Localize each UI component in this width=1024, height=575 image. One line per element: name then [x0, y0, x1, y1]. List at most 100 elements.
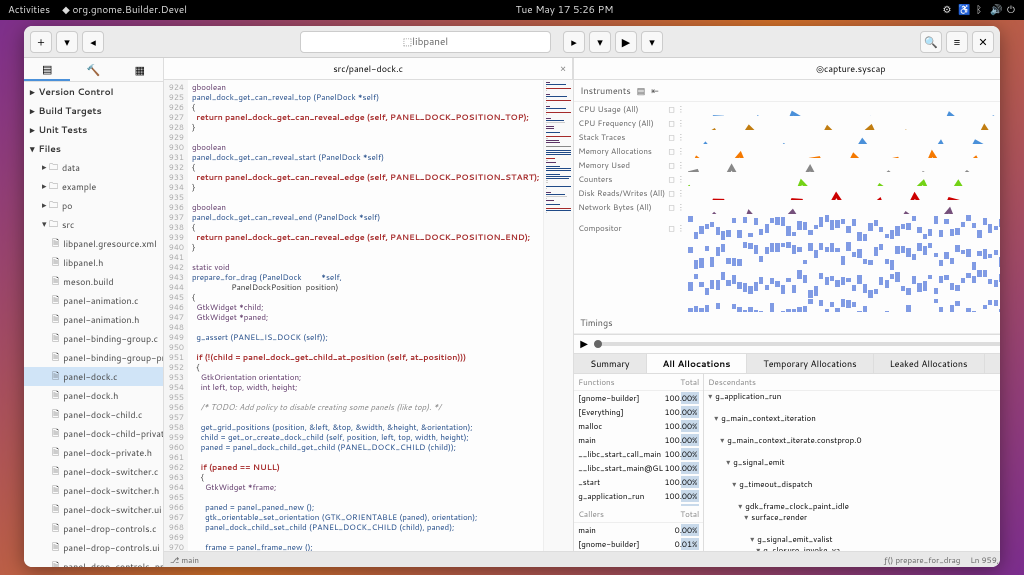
sidebar-section[interactable]: ▾Files: [24, 139, 163, 158]
file-item[interactable]: 🗎panel-drop-controls.ui: [24, 538, 163, 557]
minimap[interactable]: [543, 80, 573, 551]
omnibar[interactable]: ⬚ libpanel: [300, 31, 551, 53]
sidebar-tab-debug[interactable]: 🔨: [70, 58, 116, 81]
tree-row[interactable]: ▾g_main_context_iterate.constprop.0GLib8…: [704, 435, 1000, 457]
function-item[interactable]: _start100.00%: [574, 475, 703, 489]
alloc-tab[interactable]: Leaked Allocations: [874, 354, 985, 373]
sidebar-tab-project[interactable]: ▤: [24, 58, 70, 81]
search-button[interactable]: 🔍: [920, 31, 942, 53]
instruments-label: Instruments: [580, 84, 630, 97]
function-item[interactable]: malloc100.00%: [574, 419, 703, 433]
file-item[interactable]: 🗎panel-dock.h: [24, 386, 163, 405]
tree-row[interactable]: ▾g_main_context_iterationGLib87.2%139.9 …: [704, 413, 1000, 435]
graph-row[interactable]: Stack Traces◻⋮: [574, 130, 1000, 144]
run-menu-button[interactable]: ▾: [641, 31, 663, 53]
file-item[interactable]: 🗎panel-animation.c: [24, 291, 163, 310]
compositor-row[interactable]: [574, 270, 1000, 298]
file-item[interactable]: 🗎libpanel.gresource.xml: [24, 234, 163, 253]
clock[interactable]: Tue May 17 5:26 PM: [187, 3, 942, 17]
function-item[interactable]: [gnome-builder]100.00%: [574, 391, 703, 405]
folder-item[interactable]: ▸ 🗀data: [24, 158, 163, 177]
function-item[interactable]: [Everything]100.00%: [574, 405, 703, 419]
close-button[interactable]: ✕: [972, 31, 994, 53]
caller-item[interactable]: [gnome-builder]0.01%: [574, 537, 703, 551]
folder-item[interactable]: ▸ 🗀example: [24, 177, 163, 196]
bluetooth-icon[interactable]: ᛒ: [974, 3, 984, 17]
activities-button[interactable]: Activities: [8, 3, 50, 17]
accessibility-icon[interactable]: ♿: [958, 3, 968, 17]
list-icon[interactable]: ▤: [637, 84, 646, 97]
profiler-tab[interactable]: ◎ capture.syscap ×: [574, 58, 1000, 79]
file-item[interactable]: 🗎panel-dock.c: [24, 367, 163, 386]
file-item[interactable]: 🗎panel-binding-group.c: [24, 329, 163, 348]
tree-row[interactable]: ▾surface_renderGObject50.9%103.6 MiB: [704, 512, 1000, 534]
file-item[interactable]: 🗎panel-dock-switcher.c: [24, 462, 163, 481]
graph-row[interactable]: Counters◻⋮: [574, 172, 1000, 186]
graph-row[interactable]: CPU Frequency (All)◻⋮: [574, 116, 1000, 130]
graph-row[interactable]: Memory Allocations◻⋮: [574, 144, 1000, 158]
new-button[interactable]: +: [30, 31, 52, 53]
power-icon[interactable]: ⏻: [1006, 3, 1016, 17]
alloc-tab[interactable]: Temporary Allocations: [747, 354, 873, 373]
close-icon[interactable]: ×: [560, 62, 566, 76]
back-button[interactable]: ◂: [82, 31, 104, 53]
desktop-topbar: Activities ◆ org.gnome.Builder.Devel Tue…: [0, 0, 1024, 20]
run-arrow-button[interactable]: ▾: [589, 31, 611, 53]
code-editor[interactable]: 924 925 926 927 928 929 930 931 932 933 …: [164, 80, 573, 551]
sidebar-section[interactable]: ▸Version Control: [24, 82, 163, 101]
headerbar: + ▾ ◂ ⬚ libpanel ▸ ▾ ▶ ▾ 🔍 ≡ ✕: [24, 26, 1000, 58]
timings-label: Timings: [580, 316, 612, 329]
tree-row[interactable]: ▾gdk_frame_clock_paint_idleGtk 421%103.6…: [704, 501, 1000, 512]
menu-button[interactable]: ≡: [946, 31, 968, 53]
sidebar-section[interactable]: ▸Build Targets: [24, 101, 163, 120]
sidebar-tab-tests[interactable]: ▦: [117, 58, 163, 81]
file-item[interactable]: 🗎panel-dock-switcher.ui: [24, 500, 163, 519]
compositor-row[interactable]: [574, 298, 1000, 312]
file-item[interactable]: 🗎panel-dock-private.h: [24, 443, 163, 462]
time-scrubber[interactable]: ▶ − + ⋯: [574, 334, 1000, 354]
graph-row[interactable]: Memory Used◻⋮: [574, 158, 1000, 172]
collapse-icon[interactable]: ⇤: [651, 84, 659, 97]
alloc-tab[interactable]: Summary: [574, 354, 646, 373]
tree-row[interactable]: ▾g_application_runlibgi76.3%155.3 MiB: [704, 391, 1000, 413]
file-item[interactable]: 🗎panel-dock-child.c: [24, 405, 163, 424]
graph-row[interactable]: CPU Usage (All)◻⋮: [574, 102, 1000, 116]
statusbar: ⎇ main ƒ() prepare_for_drag Ln 959, Col …: [164, 551, 1000, 567]
file-item[interactable]: 🗎panel-drop-controls.c: [24, 519, 163, 538]
file-item[interactable]: 🗎panel-dock-switcher.h: [24, 481, 163, 500]
builder-window: + ▾ ◂ ⬚ libpanel ▸ ▾ ▶ ▾ 🔍 ≡ ✕ ▤ 🔨 ▦ ▸Ve…: [24, 26, 1000, 567]
file-item[interactable]: 🗎panel-dock-child-private.h: [24, 424, 163, 443]
open-arrow-button[interactable]: ▾: [56, 31, 78, 53]
position-indicator[interactable]: Ln 959, Col 36: [970, 554, 1000, 566]
graph-row[interactable]: Disk Reads/Writes (All)◻⋮: [574, 186, 1000, 200]
function-item[interactable]: g_application_run100.00%: [574, 489, 703, 503]
folder-item[interactable]: ▾ 🗀src: [24, 215, 163, 234]
file-item[interactable]: 🗎libpanel.h: [24, 253, 163, 272]
build-button[interactable]: ▸: [563, 31, 585, 53]
tree-row[interactable]: ▾g_signal_emit_valist19%103.6 MiB: [704, 534, 1000, 545]
tree-row[interactable]: ▾g_timeout_dispatch66.3%106.0 MiB: [704, 479, 1000, 501]
graph-row[interactable]: Network Bytes (All)◻⋮: [574, 200, 1000, 214]
file-item[interactable]: 🗎meson.build: [24, 272, 163, 291]
volume-icon[interactable]: 🔊: [990, 3, 1000, 17]
branch-indicator[interactable]: ⎇ main: [170, 554, 199, 566]
app-menu[interactable]: ◆ org.gnome.Builder.Devel: [62, 3, 187, 17]
file-item[interactable]: 🗎panel-drop-controls-private.h: [24, 557, 163, 567]
settings-icon[interactable]: ⚙: [942, 3, 952, 17]
compositor-row[interactable]: [574, 242, 1000, 270]
symbol-indicator[interactable]: ƒ() prepare_for_drag: [884, 554, 960, 566]
folder-item[interactable]: ▸ 🗀po: [24, 196, 163, 215]
caller-item[interactable]: main0.00%: [574, 523, 703, 537]
file-item[interactable]: 🗎panel-binding-group-private.h: [24, 348, 163, 367]
function-item[interactable]: __libc_start_call_main100.00%: [574, 447, 703, 461]
run-button[interactable]: ▶: [615, 31, 637, 53]
tree-row[interactable]: ▾g_signal_emitGLib87.1%139.3 MiB: [704, 457, 1000, 479]
compositor-row[interactable]: Compositor◻⋮: [574, 214, 1000, 242]
function-item[interactable]: main100.00%: [574, 433, 703, 447]
editor-tab[interactable]: src/panel-dock.c ×: [164, 58, 573, 79]
sidebar-section[interactable]: ▸Unit Tests: [24, 120, 163, 139]
alloc-tab[interactable]: All Allocations: [647, 354, 748, 373]
function-item[interactable]: __libc_start_main@GLIBC_2.2.5100.00%: [574, 461, 703, 475]
play-icon[interactable]: ▶: [580, 337, 588, 351]
file-item[interactable]: 🗎panel-animation.h: [24, 310, 163, 329]
